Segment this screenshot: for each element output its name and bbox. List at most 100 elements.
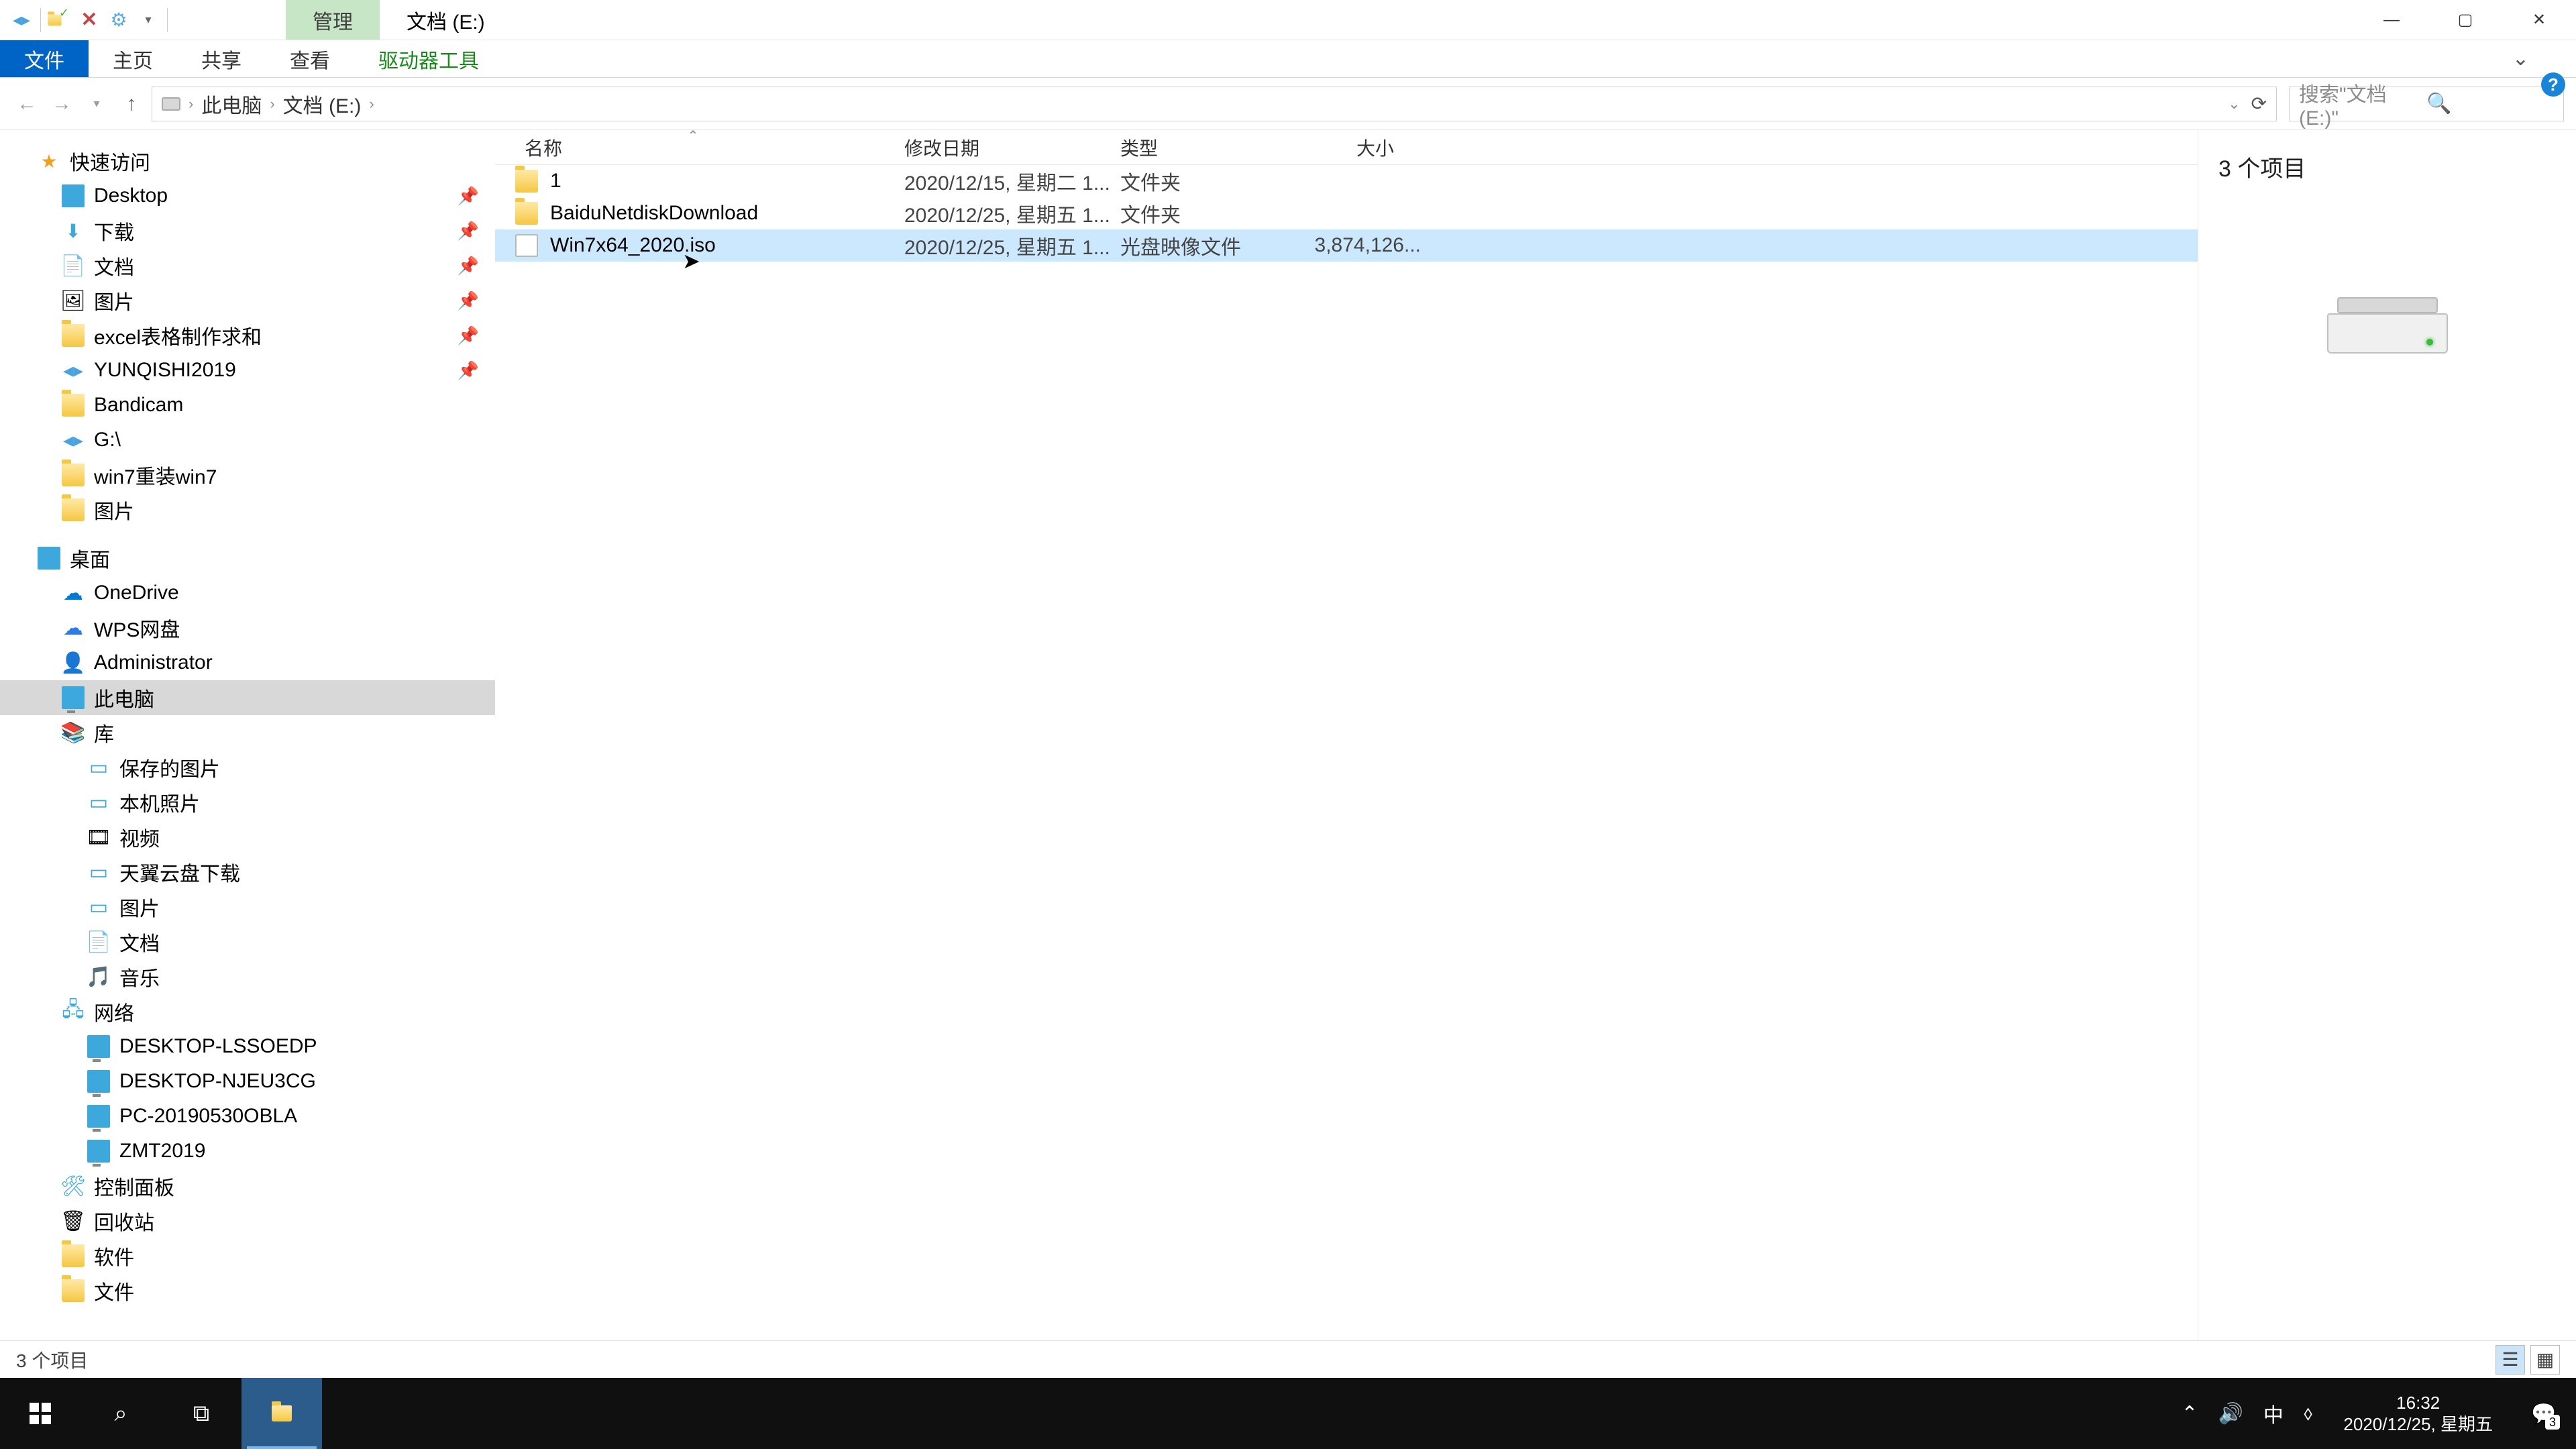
task-view-button[interactable]: ⧉	[161, 1378, 241, 1449]
tree-network-pc-2[interactable]: DESKTOP-NJEU3CG	[0, 1064, 495, 1099]
refresh-icon[interactable]: ⟳	[2251, 93, 2267, 115]
address-dropdown-icon[interactable]: ⌄	[2228, 95, 2240, 113]
tab-home[interactable]: 主页	[89, 40, 177, 77]
chevron-right-icon[interactable]: ›	[189, 95, 193, 113]
desktop-icon	[62, 184, 85, 207]
file-row[interactable]: Win7x64_2020.iso2020/12/25, 星期五 1...光盘映像…	[495, 229, 2198, 262]
back-button[interactable]: ←	[12, 89, 42, 119]
qat-settings-icon[interactable]: ⚙	[104, 5, 133, 35]
close-button[interactable]: ✕	[2502, 0, 2576, 40]
tree-win7-reinstall[interactable]: win7重装win7	[0, 458, 495, 492]
tab-drive-tools[interactable]: 驱动器工具	[354, 40, 503, 77]
qat-new-folder-icon[interactable]: ✕	[74, 5, 104, 35]
tab-view[interactable]: 查看	[266, 40, 354, 77]
download-icon: ⬇	[62, 219, 85, 242]
chevron-right-icon[interactable]: ›	[369, 95, 374, 113]
start-button[interactable]	[0, 1378, 80, 1449]
security-icon[interactable]: ⬨	[2304, 1402, 2313, 1425]
tree-excel-folder[interactable]: excel表格制作求和📌	[0, 318, 495, 353]
taskbar-clock[interactable]: 16:32 2020/12/25, 星期五	[2332, 1392, 2504, 1436]
tree-videos[interactable]: 🎞视频	[0, 820, 495, 855]
desktop-icon	[38, 547, 60, 570]
tree-camera-roll[interactable]: ▭本机照片	[0, 785, 495, 820]
tree-network-pc-3[interactable]: PC-20190530OBLA	[0, 1099, 495, 1134]
tree-quick-access[interactable]: ★快速访问	[0, 144, 495, 178]
file-list[interactable]: ⌃名称 修改日期 类型 大小 12020/12/15, 星期二 1...文件夹B…	[495, 130, 2198, 1340]
help-icon[interactable]: ?	[2541, 72, 2565, 97]
details-view-button[interactable]: ☰	[2496, 1345, 2525, 1375]
forward-button[interactable]: →	[47, 89, 76, 119]
tree-recycle-bin[interactable]: 🗑回收站	[0, 1203, 495, 1238]
file-size: 3,874,126...	[1300, 234, 1421, 257]
tree-bandicam[interactable]: Bandicam	[0, 388, 495, 423]
action-center-button[interactable]: 💬3	[2524, 1393, 2564, 1434]
ribbon-collapse-icon[interactable]: ⌄	[2512, 40, 2576, 77]
search-input[interactable]: 搜索"文档 (E:)" 🔍	[2289, 87, 2564, 121]
tab-share[interactable]: 共享	[177, 40, 266, 77]
search-placeholder: 搜索"文档 (E:)"	[2299, 78, 2426, 130]
explorer-taskbar-button[interactable]	[241, 1378, 322, 1449]
breadcrumb-drive[interactable]: 文档 (E:)	[283, 89, 362, 119]
quick-access-toolbar: ◂▸ ✓ ✕ ⚙ ▾	[0, 0, 178, 40]
up-button[interactable]: ↑	[117, 89, 146, 119]
icons-view-button[interactable]: ▦	[2530, 1345, 2560, 1375]
tree-administrator[interactable]: 👤Administrator	[0, 645, 495, 680]
maximize-button[interactable]: ▢	[2428, 0, 2502, 40]
pin-icon: 📌	[458, 325, 479, 346]
tray-chevron-icon[interactable]: ⌃	[2181, 1402, 2198, 1426]
ribbon-tabs: 文件 主页 共享 查看 驱动器工具 ⌄ ?	[0, 40, 2576, 78]
pin-icon: 📌	[458, 360, 479, 381]
tree-saved-pictures[interactable]: ▭保存的图片	[0, 750, 495, 785]
tree-network[interactable]: 🖧网络	[0, 994, 495, 1029]
context-tab-manage[interactable]: 管理	[286, 0, 380, 40]
tree-documents[interactable]: 📄文档📌	[0, 248, 495, 283]
tree-downloads[interactable]: ⬇下载📌	[0, 213, 495, 248]
tree-tianyi[interactable]: ▭天翼云盘下载	[0, 855, 495, 890]
tree-music[interactable]: 🎵音乐	[0, 959, 495, 994]
search-button[interactable]: ⌕	[80, 1378, 161, 1449]
notification-badge: 3	[2545, 1415, 2560, 1430]
tree-control-panel[interactable]: 🛠控制面板	[0, 1169, 495, 1203]
tree-g-drive[interactable]: ◂▸G:\	[0, 423, 495, 458]
file-row[interactable]: 12020/12/15, 星期二 1...文件夹	[495, 165, 2198, 197]
pin-icon: 📌	[458, 186, 479, 207]
minimize-button[interactable]: —	[2355, 0, 2428, 40]
column-name[interactable]: ⌃名称	[495, 134, 891, 161]
tree-software-folder[interactable]: 软件	[0, 1238, 495, 1273]
pc-icon	[87, 1140, 110, 1163]
tree-onedrive[interactable]: ☁OneDrive	[0, 576, 495, 610]
tree-desktop-section[interactable]: 桌面	[0, 541, 495, 576]
tree-lib-documents[interactable]: 📄文档	[0, 924, 495, 959]
tab-file[interactable]: 文件	[0, 40, 89, 77]
tree-network-pc-1[interactable]: DESKTOP-LSSOEDP	[0, 1029, 495, 1064]
search-icon[interactable]: 🔍	[2426, 92, 2554, 115]
navigation-tree[interactable]: ★快速访问 Desktop📌 ⬇下载📌 📄文档📌 🖼图片📌 excel表格制作求…	[0, 130, 495, 1340]
file-row[interactable]: BaiduNetdiskDownload2020/12/25, 星期五 1...…	[495, 197, 2198, 229]
qat-properties-icon[interactable]: ✓	[45, 5, 74, 35]
tree-network-pc-4[interactable]: ZMT2019	[0, 1134, 495, 1169]
column-type[interactable]: 类型	[1107, 134, 1287, 161]
tree-pictures-2[interactable]: 图片	[0, 492, 495, 527]
control-panel-icon: 🛠	[62, 1175, 85, 1197]
doc-icon: 📄	[87, 930, 110, 953]
drive-icon: ◂▸	[62, 429, 85, 451]
app-icon: ◂▸	[7, 5, 36, 35]
column-size[interactable]: 大小	[1287, 134, 1407, 161]
address-bar[interactable]: › 此电脑 › 文档 (E:) › ⌄ ⟳	[152, 87, 2277, 121]
column-date[interactable]: 修改日期	[891, 134, 1107, 161]
volume-icon[interactable]: 🔊	[2218, 1402, 2243, 1426]
tree-desktop[interactable]: Desktop📌	[0, 178, 495, 213]
navigation-bar: ← → ▾ ↑ › 此电脑 › 文档 (E:) › ⌄ ⟳ 搜索"文档 (E:)…	[0, 78, 2576, 130]
recent-dropdown-icon[interactable]: ▾	[82, 89, 111, 119]
qat-dropdown-icon[interactable]: ▾	[133, 5, 163, 35]
ime-icon[interactable]: 中	[2263, 1399, 2284, 1428]
breadcrumb-this-pc[interactable]: 此电脑	[201, 89, 262, 119]
chevron-right-icon[interactable]: ›	[270, 95, 274, 113]
tree-library[interactable]: 📚库	[0, 715, 495, 750]
tree-pictures[interactable]: 🖼图片📌	[0, 283, 495, 318]
tree-this-pc[interactable]: 此电脑	[0, 680, 495, 715]
tree-lib-pictures[interactable]: ▭图片	[0, 890, 495, 924]
tree-wps[interactable]: ☁WPS网盘	[0, 610, 495, 645]
tree-yunqishi[interactable]: ◂▸YUNQISHI2019📌	[0, 353, 495, 388]
tree-files-folder[interactable]: 文件	[0, 1273, 495, 1308]
